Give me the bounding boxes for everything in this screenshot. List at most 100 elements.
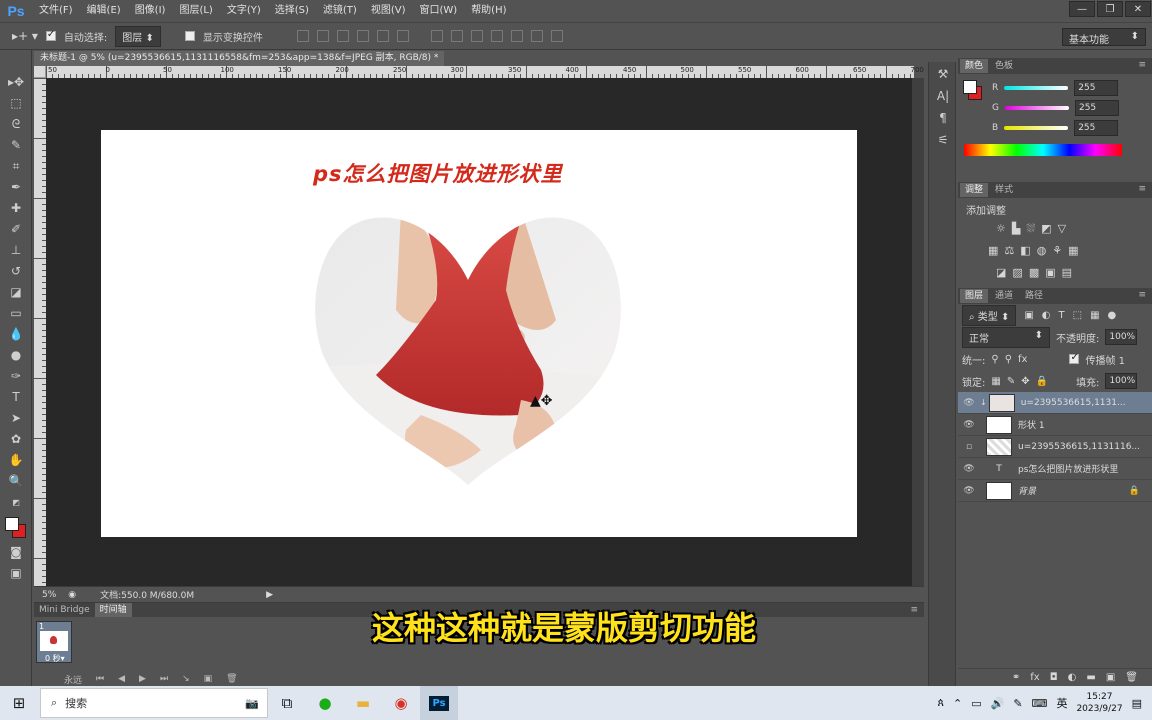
screen-mode-icon[interactable]: ▣ xyxy=(2,563,30,583)
foreground-background-color-swatch[interactable] xyxy=(2,514,30,540)
blur-tool-icon[interactable]: 💧 xyxy=(2,324,30,344)
task-view-icon[interactable]: ⧉ xyxy=(268,686,306,720)
tab-channels[interactable]: 通道 xyxy=(990,289,1018,303)
filter-smart-icon[interactable]: ▦ xyxy=(1090,310,1099,321)
invert-icon[interactable]: ◪ xyxy=(996,266,1006,279)
menu-image[interactable]: 图像(I) xyxy=(128,0,173,22)
paragraph-panel-icon[interactable]: ¶ xyxy=(931,108,955,128)
exposure-icon[interactable]: ◩ xyxy=(1041,222,1051,236)
delete-frame-icon[interactable]: 🗑 xyxy=(226,674,237,684)
align-left-icon[interactable] xyxy=(356,30,369,42)
volume-icon[interactable]: 🔊 xyxy=(991,697,1005,710)
pen-tool-icon[interactable]: ✑ xyxy=(2,366,30,386)
move-tool-icon[interactable]: ▸✥ xyxy=(2,72,30,92)
new-layer-icon[interactable]: ▣ xyxy=(1106,672,1115,683)
propagate-frame-checkbox[interactable] xyxy=(1069,352,1080,364)
foreground-color-swatch[interactable] xyxy=(5,517,19,531)
lock-all-icon[interactable]: 🔒 xyxy=(1036,376,1048,387)
ime-indicator[interactable]: 英 xyxy=(1056,695,1067,711)
photo-filter-icon[interactable]: ◍ xyxy=(1037,244,1047,257)
lock-transparent-icon[interactable]: ▦ xyxy=(991,376,1000,387)
loop-select[interactable]: 永远 xyxy=(64,673,82,686)
eraser-tool-icon[interactable]: ◪ xyxy=(2,282,30,302)
layer-row[interactable]: ▫ u=2395536615,1131116... xyxy=(958,436,1152,458)
close-button[interactable]: ✕ xyxy=(1125,1,1151,17)
photoshop-taskbar-icon[interactable]: Ps xyxy=(420,686,458,720)
filter-shape-icon[interactable]: ⬚ xyxy=(1073,310,1082,321)
tab-swatches[interactable]: 色板 xyxy=(990,59,1018,73)
link-layers-icon[interactable]: ⚭ xyxy=(1012,672,1020,683)
show-transform-checkbox[interactable] xyxy=(184,31,195,41)
windows-start-icon[interactable]: ⊞ xyxy=(0,686,38,720)
history-panel-icon[interactable]: ⚒ xyxy=(931,64,955,84)
gradient-tool-icon[interactable]: ▭ xyxy=(2,303,30,323)
eyedropper-tool-icon[interactable]: ✒ xyxy=(2,177,30,197)
menu-select[interactable]: 选择(S) xyxy=(268,0,316,22)
history-brush-tool-icon[interactable]: ↺ xyxy=(2,261,30,281)
people-icon[interactable]: ጰ xyxy=(937,696,944,710)
ruler-origin[interactable] xyxy=(34,66,46,78)
distribute-top-icon[interactable] xyxy=(430,30,443,42)
tab-styles[interactable]: 样式 xyxy=(990,183,1018,197)
visibility-off-icon[interactable]: ▫ xyxy=(958,442,980,452)
crop-tool-icon[interactable]: ⌗ xyxy=(2,156,30,176)
color-panel-menu-icon[interactable]: ≡ xyxy=(1138,60,1146,70)
file-explorer-icon[interactable]: ▬ xyxy=(344,686,382,720)
next-frame-icon[interactable]: ⏭ xyxy=(160,674,168,684)
quick-select-tool-icon[interactable]: ✎ xyxy=(2,135,30,155)
green-channel-input[interactable]: 255 xyxy=(1074,100,1119,116)
minimize-button[interactable]: — xyxy=(1069,1,1095,17)
layer-name[interactable]: ps怎么把图片放进形状里 xyxy=(1018,462,1118,475)
taskbar-search[interactable]: ⌕ 搜索 📷 xyxy=(40,688,268,718)
marquee-tool-icon[interactable]: ⬚ xyxy=(2,93,30,113)
hand-tool-icon[interactable]: ✋ xyxy=(2,450,30,470)
color-balance-icon[interactable]: ⚖ xyxy=(1004,244,1014,257)
shape-tool-icon[interactable]: ✿ xyxy=(2,429,30,449)
blue-channel-input[interactable]: 255 xyxy=(1074,120,1119,136)
curves-icon[interactable]: ⛆ xyxy=(1026,222,1035,236)
fill-input[interactable]: 100% xyxy=(1105,373,1138,389)
distribute-left-icon[interactable] xyxy=(490,30,503,42)
brightness-icon[interactable]: ☼ xyxy=(996,222,1006,236)
visibility-eye-icon[interactable]: 👁 xyxy=(958,420,980,430)
tray-expand-icon[interactable]: ⌃ xyxy=(953,697,962,710)
layer-name[interactable]: u=2395536615,1131116... xyxy=(1018,442,1140,452)
wechat-icon[interactable]: ● xyxy=(306,686,344,720)
auto-select-checkbox[interactable] xyxy=(45,29,56,41)
layer-row[interactable]: 👁 ↓ u=2395536615,1131... xyxy=(958,392,1152,414)
quick-mask-icon[interactable]: ◙ xyxy=(2,542,30,562)
gradient-map-icon[interactable]: ▤ xyxy=(1062,266,1072,279)
animation-frame[interactable]: 1 0 秒▾ xyxy=(36,621,72,663)
hue-sat-icon[interactable]: ▦ xyxy=(988,244,998,257)
distribute-center-icon[interactable] xyxy=(510,30,523,42)
lock-move-icon[interactable]: ✥ xyxy=(1021,376,1029,387)
unify-style-icon[interactable]: fx xyxy=(1018,354,1027,365)
duplicate-frame-icon[interactable]: ▣ xyxy=(204,674,213,684)
layer-row[interactable]: 👁 背景 🔒 xyxy=(958,480,1152,502)
vertical-scrollbar[interactable] xyxy=(912,78,924,586)
distribute-middle-icon[interactable] xyxy=(450,30,463,42)
document-size[interactable]: 文档:550.0 M/680.0M xyxy=(100,588,194,601)
frame-delay[interactable]: 0 秒▾ xyxy=(45,653,65,664)
canvas[interactable]: ps怎么把图片放进形状里 ▲✥ xyxy=(101,130,857,537)
blue-channel-slider[interactable] xyxy=(1004,126,1069,130)
zoom-tool-icon[interactable]: 🔍 xyxy=(2,471,30,491)
red-channel-slider[interactable] xyxy=(1004,86,1069,90)
align-middle-icon[interactable] xyxy=(316,30,329,42)
delete-layer-icon[interactable]: 🗑 xyxy=(1125,672,1138,683)
menu-edit[interactable]: 编辑(E) xyxy=(80,0,128,22)
blend-mode-dropdown[interactable]: 正常 ⬍ xyxy=(962,326,1050,348)
document-tab[interactable]: 未标题-1 @ 5% (u=2395536615,1131116558&fm=2… xyxy=(34,51,444,66)
add-mask-icon[interactable]: ◘ xyxy=(1050,672,1058,683)
distribute-right-icon[interactable] xyxy=(530,30,543,42)
red-channel-input[interactable]: 255 xyxy=(1074,80,1119,96)
color-lookup-icon[interactable]: ▦ xyxy=(1068,244,1078,257)
workspace-dropdown[interactable]: 基本功能 ⬍ xyxy=(1062,28,1146,46)
lasso-tool-icon[interactable]: ᘓ xyxy=(2,114,30,134)
clock[interactable]: 15:27 2023/9/27 xyxy=(1076,691,1122,715)
color-spectrum-bar[interactable] xyxy=(964,144,1122,156)
align-right-icon[interactable] xyxy=(396,30,409,42)
filter-adjust-icon[interactable]: ◐ xyxy=(1042,310,1051,321)
visibility-eye-icon[interactable]: 👁 xyxy=(958,464,980,474)
new-adjustment-icon[interactable]: ◐ xyxy=(1068,672,1077,683)
